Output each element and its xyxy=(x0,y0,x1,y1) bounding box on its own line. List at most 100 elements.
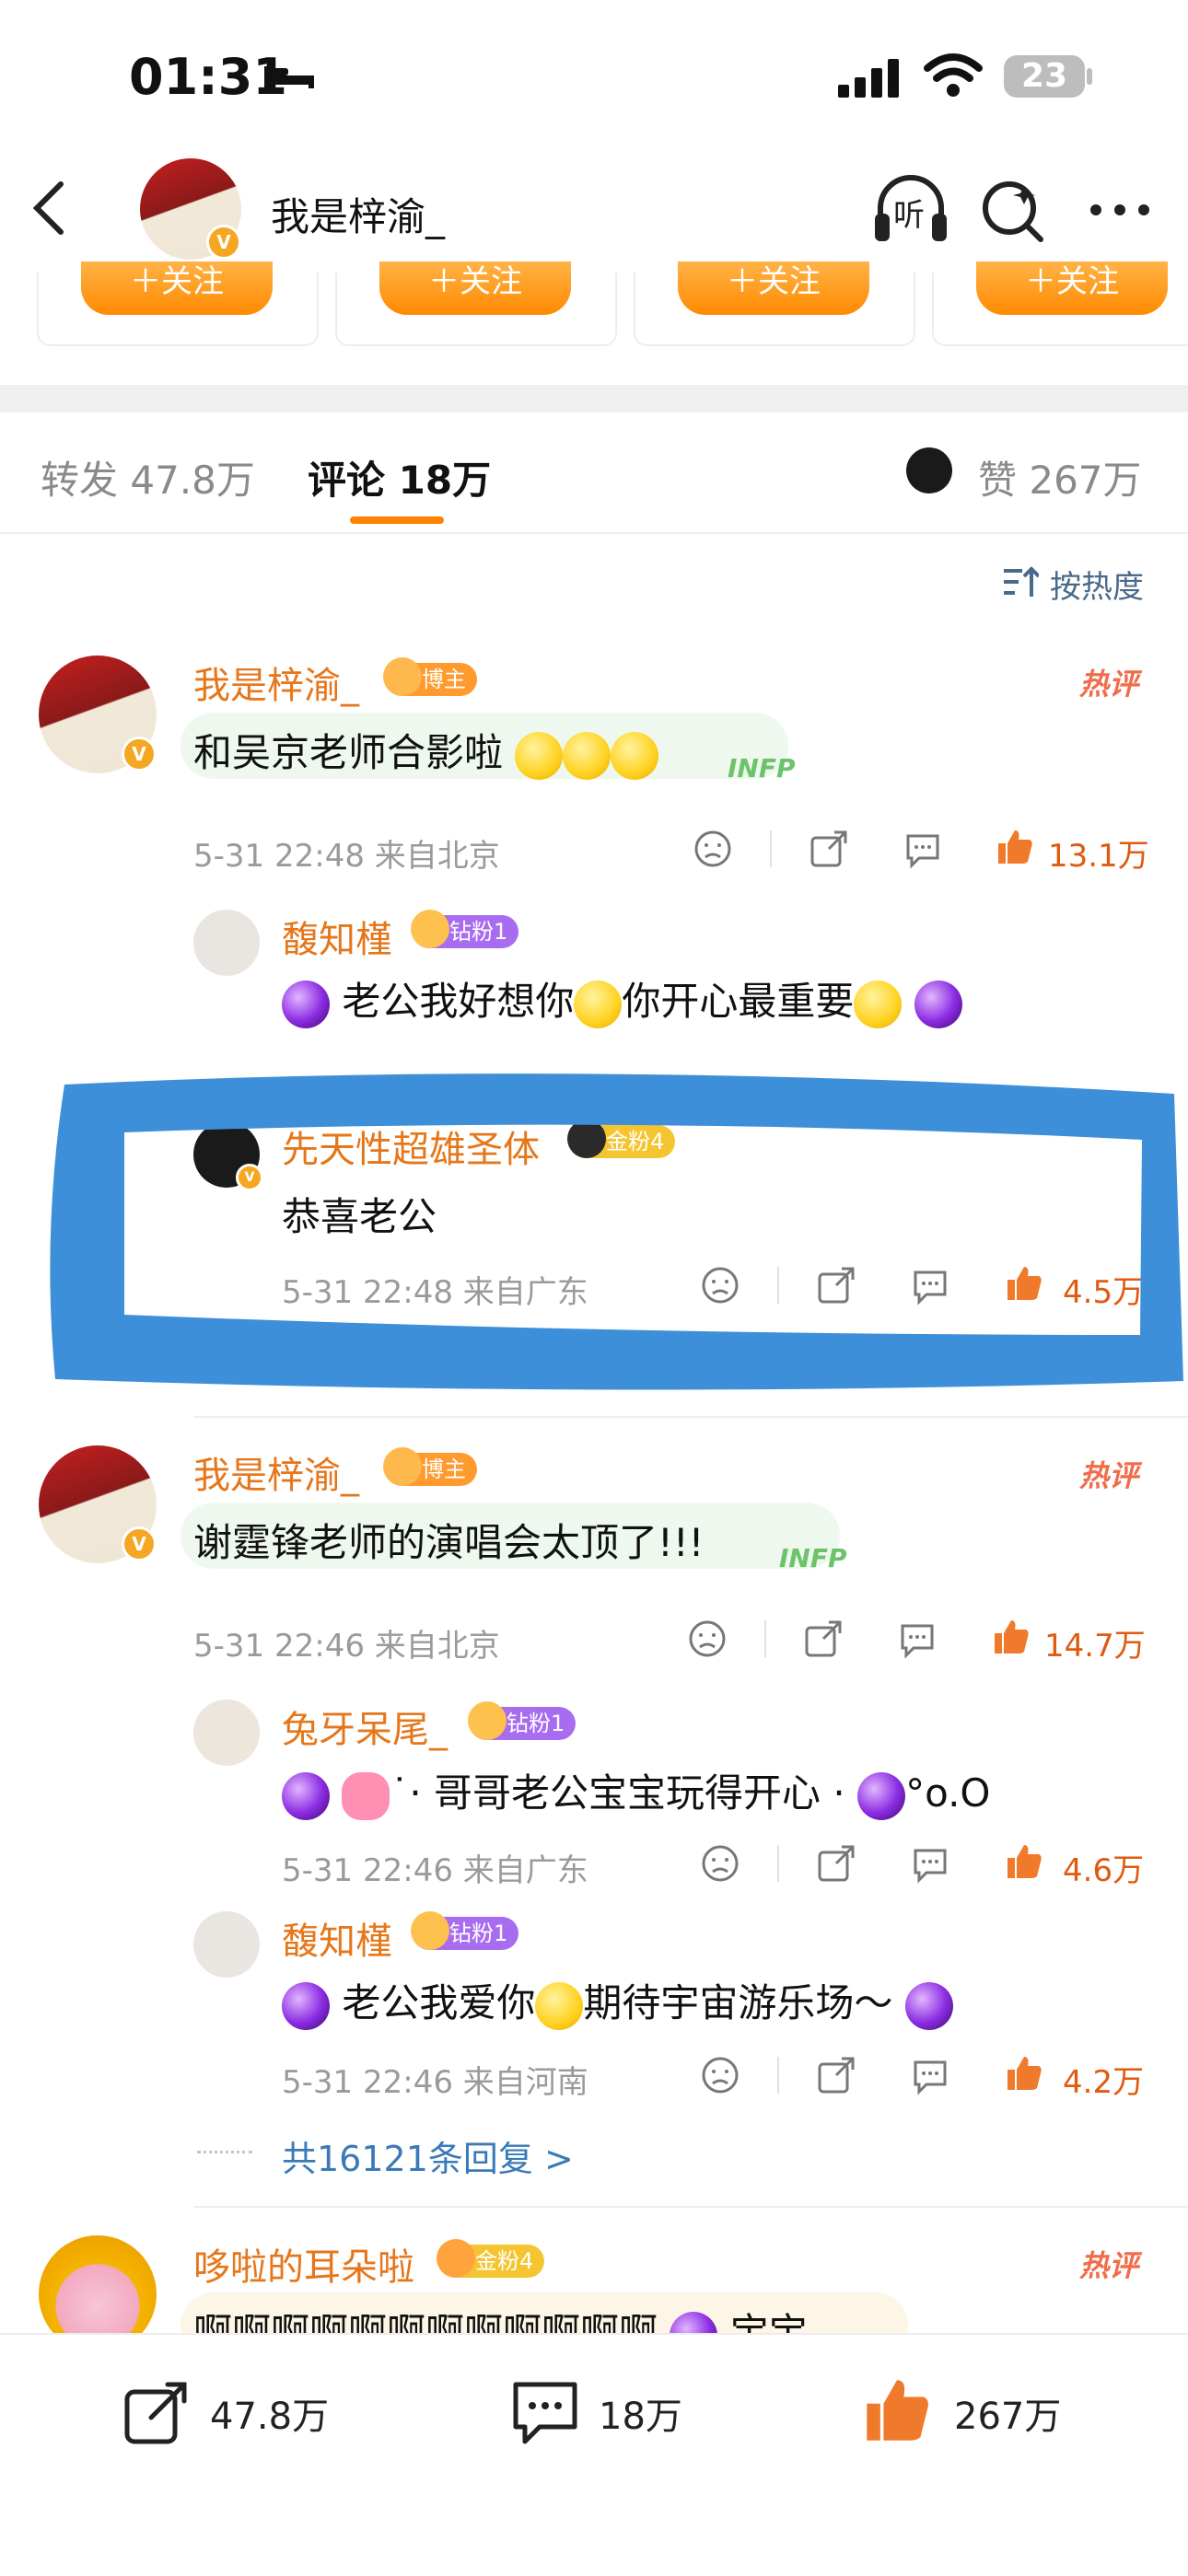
dislike-icon[interactable] xyxy=(687,1619,728,1659)
emoji-icon xyxy=(611,731,659,780)
verified-badge-icon: V xyxy=(206,225,241,260)
reply-icon[interactable] xyxy=(910,1843,950,1884)
author-badge: 博主 xyxy=(383,657,477,696)
crown-icon xyxy=(383,1447,422,1486)
reply-avatar[interactable] xyxy=(193,1700,260,1766)
back-arrow-icon[interactable] xyxy=(28,180,72,236)
tabs-divider xyxy=(0,532,1188,534)
listen-button[interactable]: 听 xyxy=(871,169,950,249)
crown-icon xyxy=(468,1701,507,1740)
bottom-action-bar xyxy=(0,2333,1188,2576)
share-icon[interactable] xyxy=(816,2055,856,2095)
like-count: 4.2万 xyxy=(1063,2064,1145,2101)
separator xyxy=(777,2057,779,2094)
search-icon[interactable] xyxy=(976,173,1050,247)
like-icon[interactable] xyxy=(860,2373,934,2447)
battery-indicator: 23 xyxy=(1004,55,1085,98)
dislike-icon[interactable] xyxy=(700,1843,740,1884)
follow-button[interactable]: ＋关注 xyxy=(81,261,273,315)
infp-tag: INFP xyxy=(779,1543,847,1573)
comment-count[interactable]: 18万 xyxy=(599,2386,682,2440)
highlight-annotation xyxy=(50,1073,1183,1390)
wifi-icon xyxy=(924,53,983,97)
fan-badge: 钻粉1 xyxy=(468,1701,577,1740)
reply-icon[interactable] xyxy=(903,829,943,869)
reply-avatar[interactable] xyxy=(193,910,260,976)
more-options-icon[interactable] xyxy=(1083,173,1157,247)
verified-badge-icon: V xyxy=(122,737,157,772)
separator xyxy=(764,1620,766,1657)
verified-badge-icon: V xyxy=(122,1526,157,1561)
crown-icon xyxy=(437,2239,475,2278)
fan-badge: 金粉4 xyxy=(437,2239,545,2278)
comment-icon[interactable] xyxy=(508,2377,582,2447)
crystal-ball-icon xyxy=(914,980,962,1028)
emoji-icon xyxy=(854,980,903,1028)
author-badge: 博主 xyxy=(383,1447,477,1486)
crown-icon xyxy=(411,1911,449,1950)
comment-username[interactable]: 我是梓渝_ xyxy=(193,1445,359,1499)
comment-meta: 5-31 22:46 来自北京 xyxy=(193,1628,500,1665)
emoji-icon xyxy=(563,731,611,780)
reply-username[interactable]: 馥知槿 xyxy=(282,1911,392,1965)
emoji-icon xyxy=(515,731,564,780)
fan-badge: 钻粉1 xyxy=(411,910,519,948)
sort-icon[interactable] xyxy=(1002,563,1039,600)
more-replies-link[interactable]: 共16121条回复 > xyxy=(282,2130,574,2181)
comment-meta: 5-31 22:48 来自北京 xyxy=(193,838,500,875)
share-icon[interactable] xyxy=(803,1619,844,1659)
emoji-icon xyxy=(535,1981,584,2030)
comment-text: 谢霆锋老师的演唱会太顶了!!! xyxy=(193,1520,705,1565)
reply-text: 老公我好想你 你开心最重要 xyxy=(282,970,962,1028)
cellular-signal-icon xyxy=(838,59,899,98)
comment-username[interactable]: 我是梓渝_ xyxy=(193,656,359,709)
liker-avatar xyxy=(906,447,952,493)
follow-button[interactable]: ＋关注 xyxy=(678,261,869,315)
like-count: 13.1万 xyxy=(1048,838,1149,875)
follow-button[interactable]: ＋关注 xyxy=(976,261,1168,315)
like-count: 4.6万 xyxy=(1063,1852,1145,1889)
like-count: 14.7万 xyxy=(1044,1628,1146,1665)
like-count-total[interactable]: 267万 xyxy=(954,2386,1061,2440)
tab-repost[interactable]: 转发 47.8万 xyxy=(41,449,255,505)
hot-comment-tag: 热评 xyxy=(1079,2248,1139,2283)
follow-button[interactable]: ＋关注 xyxy=(379,261,571,315)
share-icon[interactable] xyxy=(816,1843,856,1884)
comment-username[interactable]: 哆啦的耳朵啦 xyxy=(193,2237,414,2291)
emoji-icon xyxy=(574,980,623,1028)
reply-icon[interactable] xyxy=(897,1619,938,1659)
separator xyxy=(777,1845,779,1882)
share-icon[interactable] xyxy=(809,829,849,869)
crystal-ball-icon xyxy=(857,1771,906,1820)
dotted-line xyxy=(197,2151,252,2153)
listen-label: 听 xyxy=(893,197,925,234)
battery-tip xyxy=(1087,68,1092,85)
fan-badge: 钻粉1 xyxy=(411,1911,519,1950)
like-icon[interactable] xyxy=(1004,2053,1044,2094)
infp-tag: INFP xyxy=(728,753,796,783)
like-icon[interactable] xyxy=(1004,1841,1044,1882)
crown-icon xyxy=(411,910,449,948)
tab-comments[interactable]: 评论 18万 xyxy=(308,449,491,505)
reply-username[interactable]: 馥知槿 xyxy=(282,910,392,963)
reply-icon[interactable] xyxy=(910,2055,950,2095)
crown-icon xyxy=(383,657,422,696)
dislike-icon[interactable] xyxy=(693,829,733,869)
repost-count[interactable]: 47.8万 xyxy=(210,2386,329,2440)
crystal-ball-icon xyxy=(282,1771,330,1820)
active-tab-indicator xyxy=(350,516,444,524)
sort-by-hot[interactable]: 按热度 xyxy=(1050,562,1144,607)
like-icon[interactable] xyxy=(995,827,1035,867)
reply-meta: 5-31 22:46 来自广东 xyxy=(282,1852,588,1889)
reply-username[interactable]: 兔牙呆尾_ xyxy=(282,1700,448,1753)
repost-icon[interactable] xyxy=(122,2377,192,2447)
nav-title[interactable]: 我是梓渝_ xyxy=(271,186,445,242)
reply-avatar[interactable] xyxy=(193,1911,260,1978)
crystal-ball-icon xyxy=(282,980,330,1028)
comment-divider xyxy=(193,1416,1188,1418)
dislike-icon[interactable] xyxy=(700,2055,740,2095)
tab-likes[interactable]: 赞 267万 xyxy=(978,449,1142,505)
comment-divider xyxy=(193,2206,1188,2208)
reply-text: ˙· 哥哥老公宝宝玩得开心 · °o.O xyxy=(282,1762,991,1820)
like-icon[interactable] xyxy=(991,1617,1031,1657)
